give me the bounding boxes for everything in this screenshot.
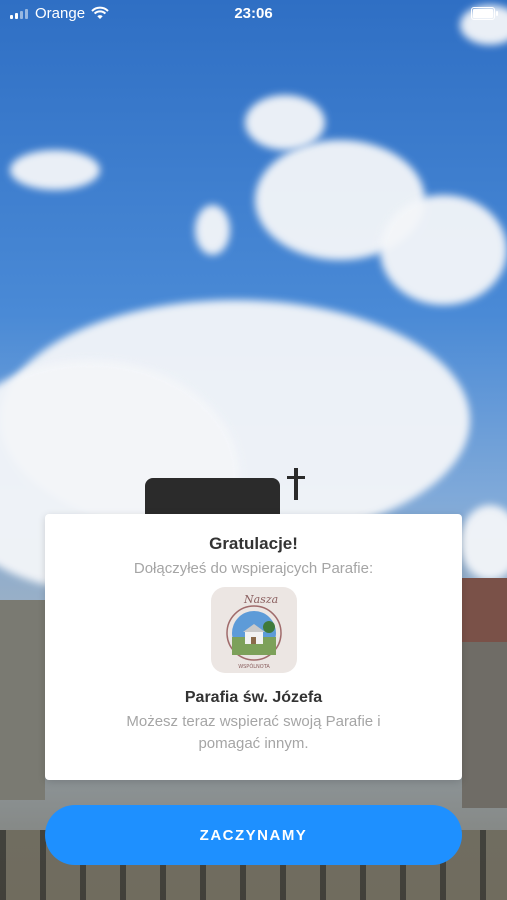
parish-logo-icon: Nasza WSPÓLNOTA	[225, 593, 282, 670]
logo-text-top: Nasza	[243, 593, 278, 606]
church-roof	[145, 478, 280, 514]
battery-icon	[471, 7, 498, 20]
card-title: Gratulacje!	[209, 534, 298, 553]
logo-text-bottom: WSPÓLNOTA	[238, 663, 270, 670]
cloud	[380, 195, 507, 305]
parish-logo: Nasza WSPÓLNOTA	[210, 587, 297, 673]
card-message: Możesz teraz wspierać swoją Parafie i po…	[126, 713, 381, 752]
cloud	[195, 205, 230, 255]
tree	[0, 600, 45, 800]
cloud	[460, 505, 507, 580]
card-subtitle: Dołączyłeś do wspierajcych Parafie:	[133, 560, 374, 577]
parish-name: Parafia św. Józefa	[184, 689, 323, 706]
house-roof	[462, 578, 507, 642]
clock: 23:06	[234, 5, 273, 22]
cloud	[10, 150, 100, 190]
cross	[294, 468, 298, 500]
cloud	[245, 95, 325, 150]
start-button[interactable]: ZACZYNAMY	[45, 805, 462, 865]
success-card: Gratulacje! Dołączyłeś do wspierajcych P…	[45, 514, 462, 780]
status-bar: Orange 23:06	[0, 0, 507, 28]
cross	[287, 476, 305, 479]
